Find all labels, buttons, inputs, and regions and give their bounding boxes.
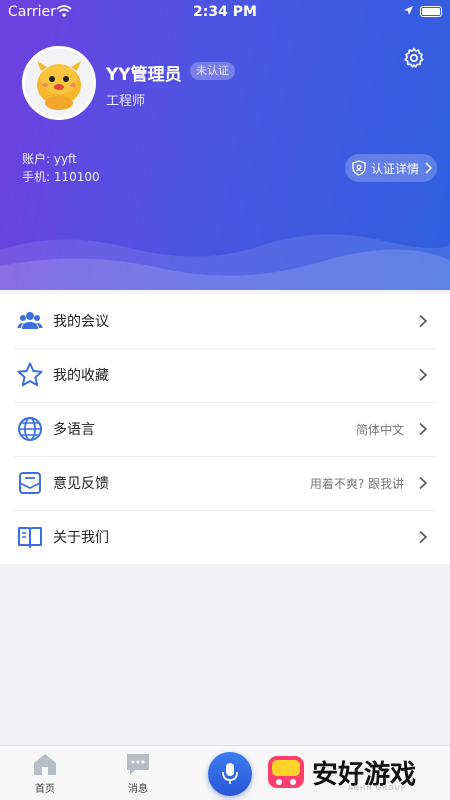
shield-icon bbox=[352, 160, 366, 176]
menu-item-meetings[interactable]: 我的会议 bbox=[0, 294, 450, 348]
tab-label: 消息 bbox=[128, 784, 148, 795]
profile-header: Carrier 2:34 PM YY管理员 未认证 工程师 账户: yyft 手… bbox=[0, 0, 450, 290]
feedback-icon bbox=[19, 472, 41, 494]
menu-item-label: 我的收藏 bbox=[53, 368, 109, 384]
location-arrow-icon bbox=[404, 6, 413, 15]
divider bbox=[14, 510, 436, 511]
settings-menu: 我的会议 我的收藏 多语言 简体中文 意见反馈 用着不爽? 跟我讲 关于我们 bbox=[0, 294, 450, 564]
feedback-hint: 用着不爽? 跟我讲 bbox=[309, 476, 404, 491]
people-icon bbox=[17, 312, 43, 329]
settings-gear-icon[interactable] bbox=[402, 46, 426, 70]
menu-item-label: 意见反馈 bbox=[53, 476, 109, 492]
tab-label: 首页 bbox=[35, 784, 55, 795]
menu-item-about[interactable]: 关于我们 bbox=[0, 510, 450, 564]
divider bbox=[14, 456, 436, 457]
avatar-mascot-icon bbox=[37, 61, 81, 110]
header-wave-decoration bbox=[0, 234, 450, 290]
menu-item-label: 我的会议 bbox=[53, 314, 109, 330]
divider bbox=[14, 402, 436, 403]
menu-item-favorites[interactable]: 我的收藏 bbox=[0, 348, 450, 402]
message-icon bbox=[127, 754, 149, 775]
tab-home[interactable]: 首页 bbox=[15, 752, 75, 795]
status-bar: Carrier 2:34 PM bbox=[0, 0, 450, 24]
menu-item-feedback[interactable]: 意见反馈 用着不爽? 跟我讲 bbox=[0, 456, 450, 510]
chevron-right-icon bbox=[419, 314, 428, 328]
microphone-icon bbox=[222, 763, 238, 784]
current-language-value: 简体中文 bbox=[355, 422, 404, 437]
book-icon bbox=[18, 527, 42, 548]
clock: 2:34 PM bbox=[193, 4, 257, 20]
watermark-subtext: ANHH GROUP bbox=[348, 784, 406, 792]
account-id: 账户: yyft bbox=[22, 152, 77, 166]
watermark-logo-icon bbox=[268, 756, 304, 788]
battery-icon bbox=[420, 6, 442, 17]
chevron-right-icon bbox=[419, 422, 428, 436]
phone-number: 手机: 110100 bbox=[22, 170, 100, 184]
verify-details-label: 认证详情 bbox=[371, 161, 420, 176]
chevron-right-icon bbox=[419, 368, 428, 382]
menu-item-language[interactable]: 多语言 简体中文 bbox=[0, 402, 450, 456]
home-icon bbox=[34, 754, 56, 775]
menu-item-label: 关于我们 bbox=[53, 530, 109, 546]
verify-details-button[interactable]: 认证详情 bbox=[345, 154, 437, 182]
avatar[interactable] bbox=[22, 46, 96, 120]
menu-item-label: 多语言 bbox=[53, 422, 95, 438]
globe-icon bbox=[18, 417, 42, 441]
verify-status-badge: 未认证 bbox=[190, 62, 235, 80]
star-icon bbox=[17, 362, 43, 387]
chevron-right-icon bbox=[419, 530, 428, 544]
chevron-right-icon bbox=[425, 162, 433, 174]
tab-messages[interactable]: 消息 bbox=[108, 752, 168, 795]
user-name: YY管理员 bbox=[106, 65, 182, 85]
user-role: 工程师 bbox=[106, 94, 146, 109]
voice-button[interactable] bbox=[208, 752, 252, 796]
chevron-right-icon bbox=[419, 476, 428, 490]
divider bbox=[14, 348, 436, 349]
watermark: 安好游戏 ANHH GROUP bbox=[266, 752, 446, 798]
